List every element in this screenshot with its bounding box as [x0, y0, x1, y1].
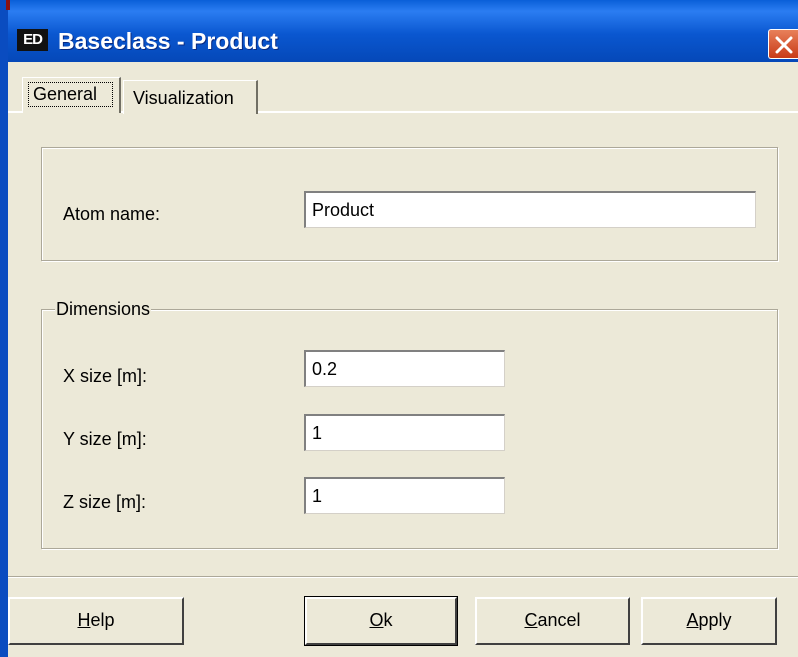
apply-button-label: pply [698, 610, 732, 630]
apply-button-mnemonic: A [686, 610, 699, 630]
ok-button[interactable]: Ok [304, 596, 458, 646]
title-bar[interactable]: ED Baseclass - Product [0, 0, 798, 62]
x-size-field[interactable]: 0.2 [304, 350, 505, 387]
y-size-field[interactable]: 1 [304, 414, 505, 451]
ok-button-mnemonic: O [369, 610, 384, 630]
z-size-field[interactable]: 1 [304, 477, 505, 514]
cancel-button-label: ancel [537, 610, 581, 630]
x-size-label: X size [m]: [63, 366, 148, 386]
z-size-label: Z size [m]: [63, 492, 147, 512]
dialog-window: ED Baseclass - Product Visualization Gen… [0, 0, 798, 657]
app-icon: ED [17, 29, 48, 51]
tab-visualization-label: Visualization [133, 88, 234, 108]
atom-name-label: Atom name: [63, 204, 161, 224]
tab-visualization[interactable]: Visualization [123, 80, 258, 114]
help-button[interactable]: Help [8, 597, 184, 645]
cancel-button-mnemonic: C [524, 610, 538, 630]
help-button-mnemonic: H [77, 610, 91, 630]
close-button[interactable] [768, 29, 798, 59]
button-bar-divider-highlight [8, 577, 798, 578]
tab-general-label: General [33, 84, 98, 104]
help-button-label: elp [90, 610, 115, 630]
tab-general[interactable]: General [22, 77, 121, 113]
cancel-button[interactable]: Cancel [475, 597, 630, 645]
frame-corner [6, 0, 10, 10]
window-title: Baseclass - Product [58, 28, 278, 54]
window-frame-left [0, 0, 8, 657]
close-icon [775, 36, 793, 54]
atom-name-field[interactable]: Product [304, 191, 756, 228]
ok-button-label: k [383, 610, 393, 630]
dimensions-legend: Dimensions [55, 298, 152, 320]
apply-button[interactable]: Apply [641, 597, 777, 645]
y-size-label: Y size [m]: [63, 429, 147, 449]
